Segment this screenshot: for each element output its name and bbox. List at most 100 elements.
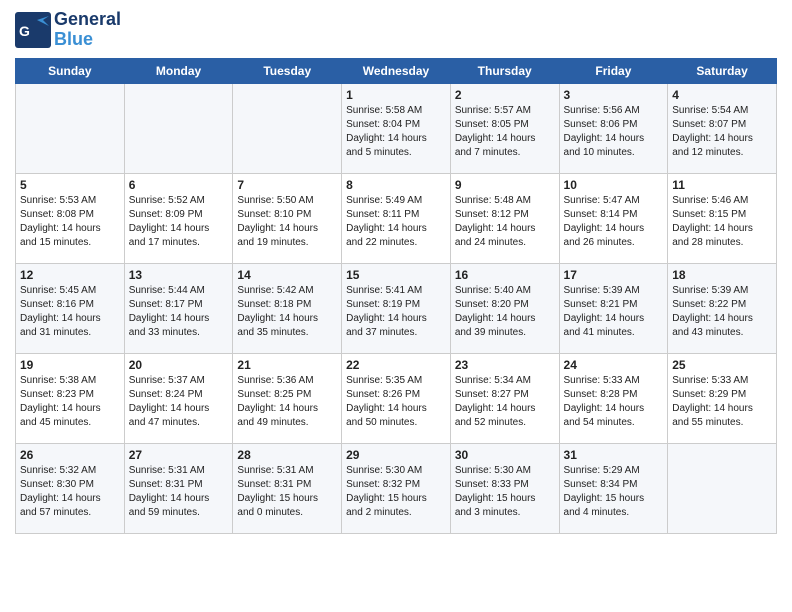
calendar-cell: 3 Sunrise: 5:56 AM Sunset: 8:06 PM Daylig…	[559, 83, 668, 173]
calendar-cell: 8 Sunrise: 5:49 AM Sunset: 8:11 PM Daylig…	[342, 173, 451, 263]
day-content: Sunrise: 5:31 AM Sunset: 8:31 PM Dayligh…	[129, 464, 229, 520]
logo-general: General	[54, 10, 121, 30]
calendar-cell: 11 Sunrise: 5:46 AM Sunset: 8:15 PM Dayli…	[668, 173, 777, 263]
calendar-cell: 28Sunrise: 5:31 AM Sunset: 8:31 PM Dayli…	[233, 443, 342, 533]
day-content: Sunrise: 5:32 AM Sunset: 8:30 PM Dayligh…	[20, 464, 120, 520]
calendar-cell: 6 Sunrise: 5:52 AM Sunset: 8:09 PM Daylig…	[124, 173, 233, 263]
day-number: 17	[564, 268, 664, 282]
day-number: 25	[672, 358, 772, 372]
day-number: 6	[129, 178, 229, 192]
calendar-cell: 18 Sunrise: 5:39 AM Sunset: 8:22 PM Dayli…	[668, 263, 777, 353]
day-number: 31	[564, 448, 664, 462]
day-content: Sunrise: 5:35 AM Sunset: 8:26 PM Dayligh…	[346, 374, 446, 430]
day-content: Sunrise: 5:52 AM Sunset: 8:09 PM Dayligh…	[129, 194, 229, 250]
day-number: 5	[20, 178, 120, 192]
calendar-cell: 31 Sunrise: 5:29 AM Sunset: 8:34 PM Dayli…	[559, 443, 668, 533]
calendar-cell: 2Sunrise: 5:57 AM Sunset: 8:05 PM Daylig…	[450, 83, 559, 173]
day-content: Sunrise: 5:39 AM Sunset: 8:21 PM Dayligh…	[564, 284, 664, 340]
day-number: 16	[455, 268, 555, 282]
day-content: Sunrise: 5:30 AM Sunset: 8:32 PM Dayligh…	[346, 464, 446, 520]
calendar-cell: 4 Sunrise: 5:54 AM Sunset: 8:07 PM Daylig…	[668, 83, 777, 173]
day-number: 22	[346, 358, 446, 372]
calendar-cell: 14 Sunrise: 5:42 AM Sunset: 8:18 PM Dayli…	[233, 263, 342, 353]
calendar-cell: 29 Sunrise: 5:30 AM Sunset: 8:32 PM Dayli…	[342, 443, 451, 533]
calendar-cell: 23 Sunrise: 5:34 AM Sunset: 8:27 PM Dayli…	[450, 353, 559, 443]
day-number: 30	[455, 448, 555, 462]
week-row-1: 1 Sunrise: 5:58 AM Sunset: 8:04 PM Daylig…	[16, 83, 777, 173]
week-row-4: 19 Sunrise: 5:38 AM Sunset: 8:23 PM Dayli…	[16, 353, 777, 443]
day-content: Sunrise: 5:56 AM Sunset: 8:06 PM Dayligh…	[564, 104, 664, 160]
day-number: 29	[346, 448, 446, 462]
day-content: Sunrise: 5:37 AM Sunset: 8:24 PM Dayligh…	[129, 374, 229, 430]
day-content: Sunrise: 5:48 AM Sunset: 8:12 PM Dayligh…	[455, 194, 555, 250]
day-content: Sunrise: 5:42 AM Sunset: 8:18 PM Dayligh…	[237, 284, 337, 340]
calendar-cell: 24Sunrise: 5:33 AM Sunset: 8:28 PM Dayli…	[559, 353, 668, 443]
logo: G General Blue	[15, 10, 121, 50]
weekday-header-thursday: Thursday	[450, 58, 559, 83]
weekday-header-row: SundayMondayTuesdayWednesdayThursdayFrid…	[16, 58, 777, 83]
weekday-header-tuesday: Tuesday	[233, 58, 342, 83]
calendar-cell: 7Sunrise: 5:50 AM Sunset: 8:10 PM Daylig…	[233, 173, 342, 263]
calendar-cell: 15Sunrise: 5:41 AM Sunset: 8:19 PM Dayli…	[342, 263, 451, 353]
day-content: Sunrise: 5:34 AM Sunset: 8:27 PM Dayligh…	[455, 374, 555, 430]
day-number: 15	[346, 268, 446, 282]
calendar-cell: 16 Sunrise: 5:40 AM Sunset: 8:20 PM Dayli…	[450, 263, 559, 353]
calendar-cell: 26 Sunrise: 5:32 AM Sunset: 8:30 PM Dayli…	[16, 443, 125, 533]
day-content: Sunrise: 5:36 AM Sunset: 8:25 PM Dayligh…	[237, 374, 337, 430]
day-number: 4	[672, 88, 772, 102]
day-number: 26	[20, 448, 120, 462]
day-content: Sunrise: 5:46 AM Sunset: 8:15 PM Dayligh…	[672, 194, 772, 250]
day-content: Sunrise: 5:50 AM Sunset: 8:10 PM Dayligh…	[237, 194, 337, 250]
calendar-cell: 12Sunrise: 5:45 AM Sunset: 8:16 PM Dayli…	[16, 263, 125, 353]
calendar-cell: 20 Sunrise: 5:37 AM Sunset: 8:24 PM Dayli…	[124, 353, 233, 443]
day-content: Sunrise: 5:54 AM Sunset: 8:07 PM Dayligh…	[672, 104, 772, 160]
calendar-cell	[124, 83, 233, 173]
week-row-5: 26 Sunrise: 5:32 AM Sunset: 8:30 PM Dayli…	[16, 443, 777, 533]
day-content: Sunrise: 5:58 AM Sunset: 8:04 PM Dayligh…	[346, 104, 446, 160]
svg-text:G: G	[19, 23, 30, 39]
day-content: Sunrise: 5:53 AM Sunset: 8:08 PM Dayligh…	[20, 194, 120, 250]
week-row-2: 5 Sunrise: 5:53 AM Sunset: 8:08 PM Daylig…	[16, 173, 777, 263]
day-content: Sunrise: 5:47 AM Sunset: 8:14 PM Dayligh…	[564, 194, 664, 250]
day-number: 1	[346, 88, 446, 102]
logo-blue: Blue	[54, 30, 121, 50]
weekday-header-monday: Monday	[124, 58, 233, 83]
calendar-cell: 5 Sunrise: 5:53 AM Sunset: 8:08 PM Daylig…	[16, 173, 125, 263]
calendar-cell: 1 Sunrise: 5:58 AM Sunset: 8:04 PM Daylig…	[342, 83, 451, 173]
day-number: 11	[672, 178, 772, 192]
day-content: Sunrise: 5:29 AM Sunset: 8:34 PM Dayligh…	[564, 464, 664, 520]
calendar-cell: 19 Sunrise: 5:38 AM Sunset: 8:23 PM Dayli…	[16, 353, 125, 443]
calendar-cell: 30 Sunrise: 5:30 AM Sunset: 8:33 PM Dayli…	[450, 443, 559, 533]
day-content: Sunrise: 5:39 AM Sunset: 8:22 PM Dayligh…	[672, 284, 772, 340]
day-number: 9	[455, 178, 555, 192]
day-content: Sunrise: 5:45 AM Sunset: 8:16 PM Dayligh…	[20, 284, 120, 340]
day-number: 19	[20, 358, 120, 372]
day-content: Sunrise: 5:49 AM Sunset: 8:11 PM Dayligh…	[346, 194, 446, 250]
day-number: 3	[564, 88, 664, 102]
calendar-cell	[16, 83, 125, 173]
calendar-cell: 13Sunrise: 5:44 AM Sunset: 8:17 PM Dayli…	[124, 263, 233, 353]
day-number: 27	[129, 448, 229, 462]
day-number: 14	[237, 268, 337, 282]
day-number: 2	[455, 88, 555, 102]
day-number: 24	[564, 358, 664, 372]
day-number: 8	[346, 178, 446, 192]
day-content: Sunrise: 5:31 AM Sunset: 8:31 PM Dayligh…	[237, 464, 337, 520]
day-number: 18	[672, 268, 772, 282]
day-content: Sunrise: 5:30 AM Sunset: 8:33 PM Dayligh…	[455, 464, 555, 520]
day-number: 20	[129, 358, 229, 372]
calendar-cell: 25Sunrise: 5:33 AM Sunset: 8:29 PM Dayli…	[668, 353, 777, 443]
logo-icon: G	[15, 12, 51, 48]
calendar-cell: 9 Sunrise: 5:48 AM Sunset: 8:12 PM Daylig…	[450, 173, 559, 263]
day-content: Sunrise: 5:40 AM Sunset: 8:20 PM Dayligh…	[455, 284, 555, 340]
day-content: Sunrise: 5:38 AM Sunset: 8:23 PM Dayligh…	[20, 374, 120, 430]
calendar-cell: 10Sunrise: 5:47 AM Sunset: 8:14 PM Dayli…	[559, 173, 668, 263]
day-number: 23	[455, 358, 555, 372]
week-row-3: 12Sunrise: 5:45 AM Sunset: 8:16 PM Dayli…	[16, 263, 777, 353]
calendar-cell	[233, 83, 342, 173]
weekday-header-friday: Friday	[559, 58, 668, 83]
day-number: 21	[237, 358, 337, 372]
weekday-header-wednesday: Wednesday	[342, 58, 451, 83]
calendar-cell: 22 Sunrise: 5:35 AM Sunset: 8:26 PM Dayli…	[342, 353, 451, 443]
weekday-header-sunday: Sunday	[16, 58, 125, 83]
